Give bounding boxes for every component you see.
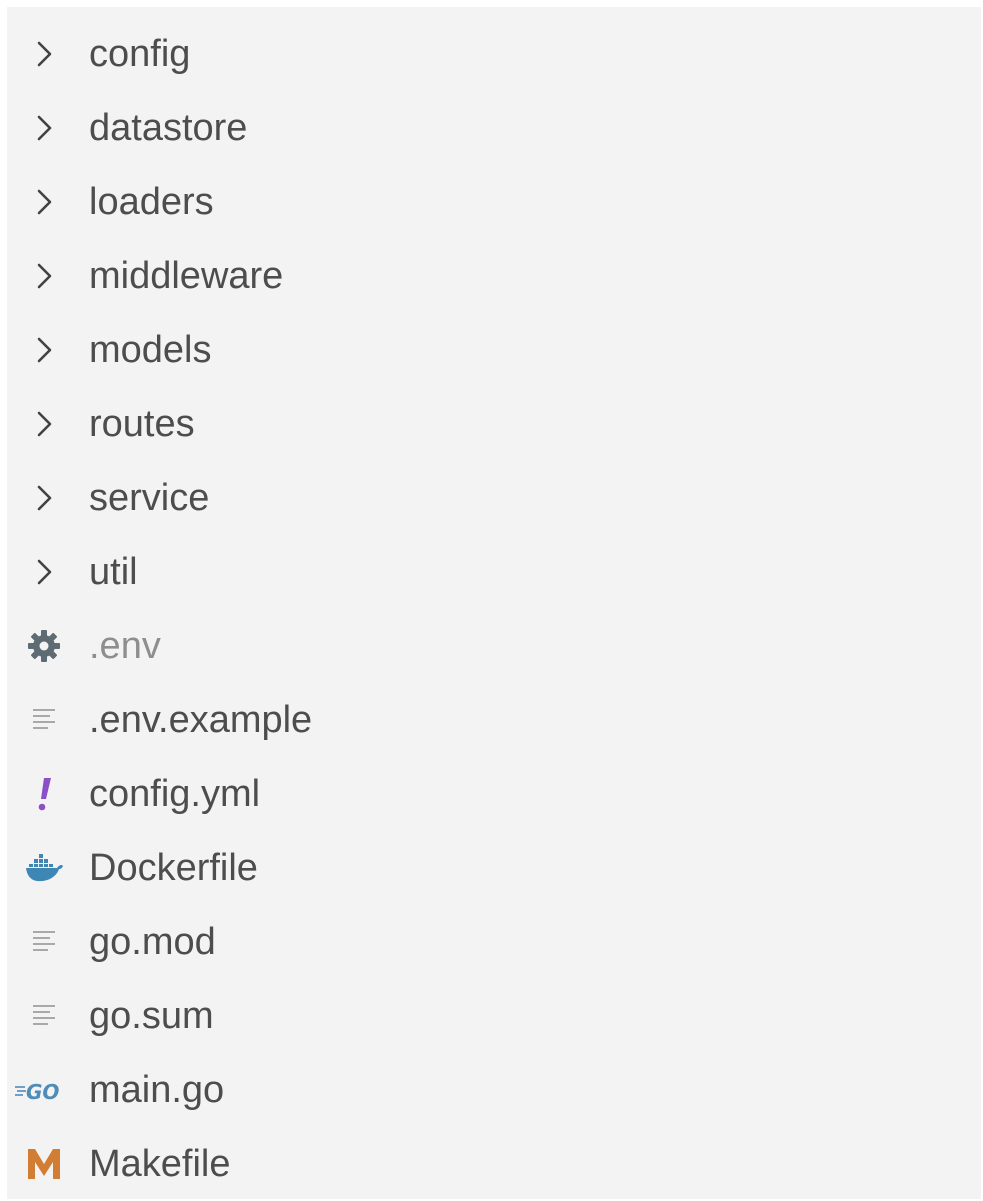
folder-label: util — [89, 551, 138, 593]
folder-row-loaders[interactable]: loaders — [7, 165, 981, 239]
folder-row-models[interactable]: models — [7, 313, 981, 387]
file-label: Dockerfile — [89, 847, 258, 889]
gear-icon — [28, 630, 60, 662]
file-row-env[interactable]: .env — [7, 609, 981, 683]
chevron-right-icon — [37, 337, 52, 363]
file-label: go.mod — [89, 921, 216, 963]
chevron-right-icon — [37, 485, 52, 511]
file-row-go-sum[interactable]: go.sum — [7, 979, 981, 1053]
text-file-icon — [33, 931, 55, 951]
folder-label: datastore — [89, 107, 248, 149]
folder-label: middleware — [89, 255, 284, 297]
text-file-icon — [33, 709, 55, 729]
file-label: .env.example — [89, 699, 313, 741]
docker-whale-icon — [26, 854, 63, 882]
yaml-exclamation-icon — [38, 778, 51, 811]
makefile-m-icon — [28, 1149, 60, 1179]
go-icon: GO — [15, 1080, 59, 1104]
file-label: config.yml — [89, 773, 261, 815]
file-row-makefile[interactable]: Makefile — [7, 1127, 981, 1201]
file-row-config-yml[interactable]: config.yml — [7, 757, 981, 831]
folder-label: config — [89, 33, 191, 75]
file-row-main-go[interactable]: GO main.go — [7, 1053, 981, 1127]
chevron-right-icon — [37, 115, 52, 141]
chevron-right-icon — [37, 189, 52, 215]
file-row-dockerfile[interactable]: Dockerfile — [7, 831, 981, 905]
file-label: Makefile — [89, 1143, 231, 1185]
folder-label: service — [89, 477, 210, 519]
chevron-right-icon — [37, 41, 52, 67]
folder-label: routes — [89, 403, 195, 445]
chevron-right-icon — [37, 263, 52, 289]
svg-text:GO: GO — [26, 1080, 59, 1104]
folder-row-middleware[interactable]: middleware — [7, 239, 981, 313]
file-label: go.sum — [89, 995, 214, 1037]
text-file-icon — [33, 1005, 55, 1025]
folder-row-routes[interactable]: routes — [7, 387, 981, 461]
folder-row-config[interactable]: config — [7, 17, 981, 91]
file-row-env-example[interactable]: .env.example — [7, 683, 981, 757]
file-label: .env — [89, 625, 161, 667]
file-row-go-mod[interactable]: go.mod — [7, 905, 981, 979]
file-label: main.go — [89, 1069, 225, 1111]
folder-row-datastore[interactable]: datastore — [7, 91, 981, 165]
chevron-right-icon — [37, 411, 52, 437]
folder-label: loaders — [89, 181, 214, 223]
file-explorer-panel: config datastore loaders middleware mode… — [7, 7, 981, 1199]
folder-row-util[interactable]: util — [7, 535, 981, 609]
folder-row-service[interactable]: service — [7, 461, 981, 535]
chevron-right-icon — [37, 559, 52, 585]
folder-label: models — [89, 329, 212, 371]
